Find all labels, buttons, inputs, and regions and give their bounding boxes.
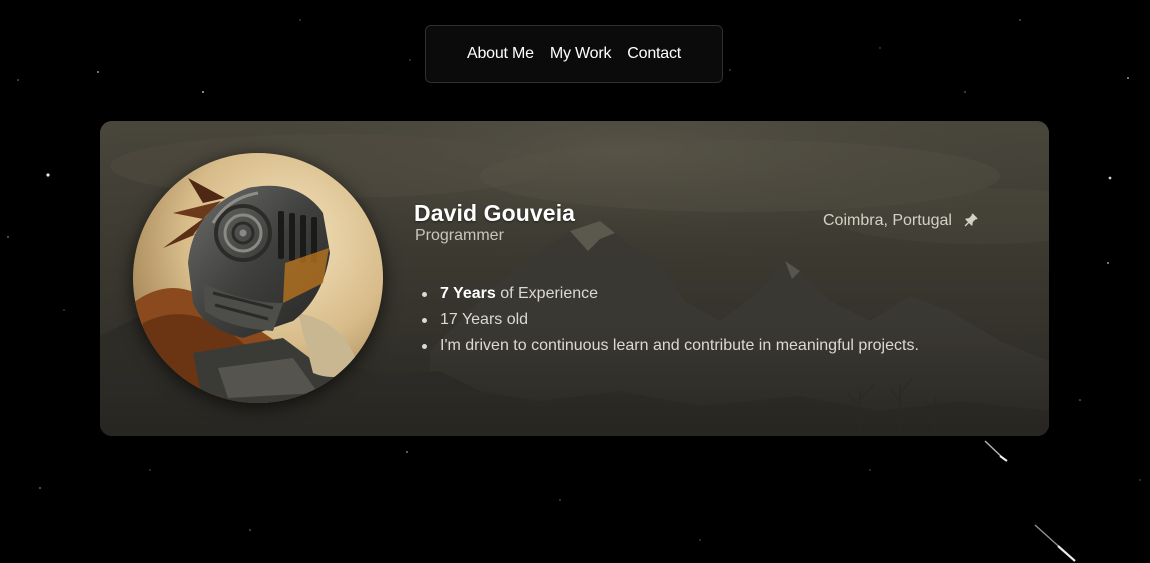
fact-highlight: 7 Years [440,285,496,302]
list-item: 7 Years of Experience [420,281,919,307]
avatar [133,153,383,403]
nav-link-contact[interactable]: Contact [627,45,681,63]
profile-card: David Gouveia Programmer Coimbra, Portug… [100,121,1049,436]
profile-location: Coimbra, Portugal [823,212,979,230]
list-item: I'm driven to continuous learn and contr… [420,333,919,359]
fact-text: 17 Years old [440,311,529,328]
knight-helmet-avatar-icon [133,153,383,403]
nav-link-about-me[interactable]: About Me [467,45,534,63]
nav-link-my-work[interactable]: My Work [550,45,612,63]
profile-name: David Gouveia [414,200,576,226]
location-text: Coimbra, Portugal [823,212,952,229]
profile-role: Programmer [415,227,504,244]
list-item: 17 Years old [420,307,919,333]
fact-text: of Experience [495,285,599,302]
top-navigation: About Me My Work Contact [425,25,723,83]
fact-text: I'm driven to continuous learn and contr… [440,337,919,354]
pin-icon [961,212,979,230]
profile-facts-list: 7 Years of Experience 17 Years old I'm d… [420,281,919,359]
